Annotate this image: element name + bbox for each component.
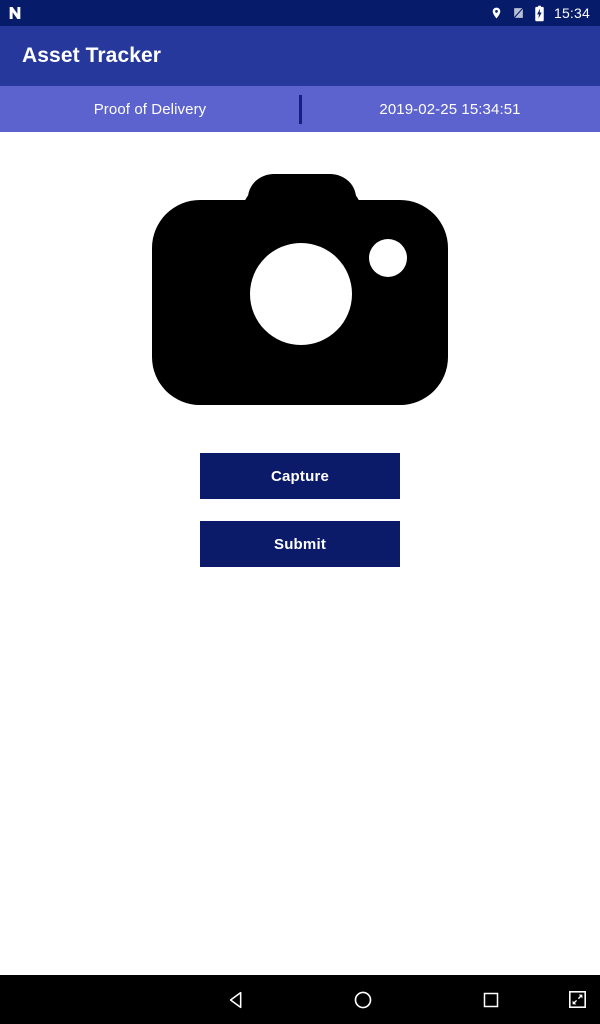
timestamp-label: 2019-02-25 15:34:51 bbox=[379, 100, 521, 118]
screenshot-icon[interactable] bbox=[555, 975, 600, 1024]
photo-placeholder[interactable] bbox=[0, 160, 600, 405]
status-bar-clock: 15:34 bbox=[553, 5, 590, 21]
status-bar-system-icons: 15:34 bbox=[490, 5, 590, 22]
recents-icon[interactable] bbox=[427, 975, 555, 1024]
status-bar-notifications bbox=[7, 5, 23, 21]
back-icon[interactable] bbox=[174, 975, 299, 1024]
capture-button[interactable]: Capture bbox=[200, 453, 400, 499]
action-buttons: Capture Submit bbox=[0, 453, 600, 567]
app-bar: Asset Tracker bbox=[0, 26, 600, 86]
screen-label: Proof of Delivery bbox=[93, 100, 207, 118]
status-bar: 15:34 bbox=[0, 0, 600, 26]
camera-icon[interactable] bbox=[152, 160, 448, 405]
app-root: 15:34 Asset Tracker Proof of Delivery 20… bbox=[0, 0, 600, 1024]
battery-charging-icon bbox=[535, 5, 544, 21]
sub-header-divider bbox=[299, 95, 302, 124]
sub-header-bar: Proof of Delivery 2019-02-25 15:34:51 bbox=[0, 86, 600, 132]
no-sim-icon bbox=[513, 7, 524, 19]
app-title: Asset Tracker bbox=[22, 44, 162, 67]
main-content: Capture Submit bbox=[0, 132, 600, 975]
nav-spacer-left bbox=[0, 975, 174, 1024]
home-icon[interactable] bbox=[299, 975, 427, 1024]
android-n-icon bbox=[9, 7, 21, 19]
location-pin-icon bbox=[492, 7, 501, 19]
android-navigation-bar bbox=[0, 975, 600, 1024]
submit-button[interactable]: Submit bbox=[200, 521, 400, 567]
